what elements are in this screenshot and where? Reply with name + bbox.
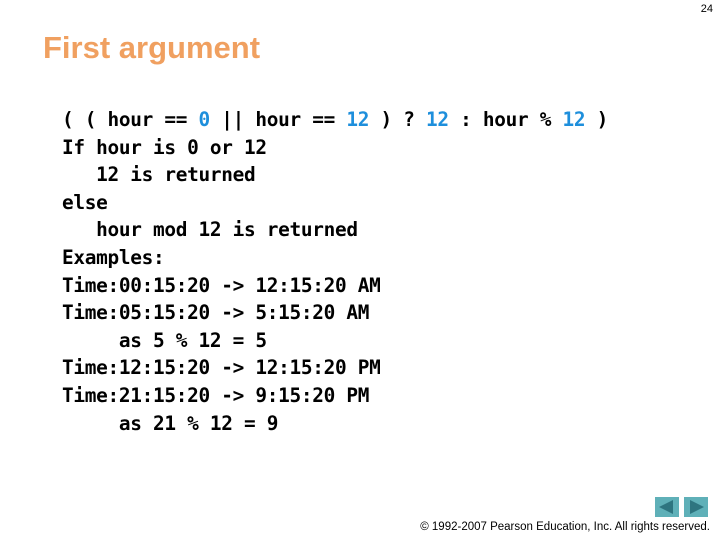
code-line: Examples:: [62, 245, 165, 269]
copyright-footer: © 1992-2007 Pearson Education, Inc. All …: [420, 521, 710, 533]
previous-slide-button[interactable]: [655, 497, 679, 517]
code-line: Time:00:15:20 -> 12:15:20 AM: [62, 273, 381, 297]
code-line: as 21 % 12 = 9: [62, 411, 279, 435]
code-token: ): [585, 108, 609, 131]
code-line: Time:21:15:20 -> 9:15:20 PM: [62, 383, 370, 407]
code-token-number: 12: [346, 108, 370, 131]
code-line: else: [62, 190, 108, 214]
code-line-expression: ( ( hour == 0 || hour == 12 ) ? 12 : hou…: [62, 106, 608, 134]
triangle-left-icon: [659, 500, 673, 514]
slide-title: First argument: [43, 30, 261, 65]
code-line: If hour is 0 or 12: [62, 135, 267, 159]
code-token-number: 0: [198, 108, 211, 131]
code-token: : hour %: [448, 108, 563, 131]
code-line: as 5 % 12 = 5: [62, 328, 267, 352]
next-slide-button[interactable]: [684, 497, 708, 517]
code-line: Time:05:15:20 -> 5:15:20 AM: [62, 301, 370, 325]
code-line: 12 is returned: [62, 163, 256, 187]
code-token: || hour ==: [209, 108, 347, 131]
code-block: ( ( hour == 0 || hour == 12 ) ? 12 : hou…: [62, 106, 608, 437]
code-token: ) ?: [369, 108, 426, 131]
triangle-right-icon: [690, 500, 704, 514]
code-line: Time:12:15:20 -> 12:15:20 PM: [62, 356, 381, 380]
code-token-number: 12: [562, 108, 586, 131]
code-line: hour mod 12 is returned: [62, 218, 358, 242]
code-token-number: 12: [426, 108, 449, 131]
code-token: ( ( hour ==: [62, 108, 199, 131]
slide-number: 24: [700, 3, 713, 15]
